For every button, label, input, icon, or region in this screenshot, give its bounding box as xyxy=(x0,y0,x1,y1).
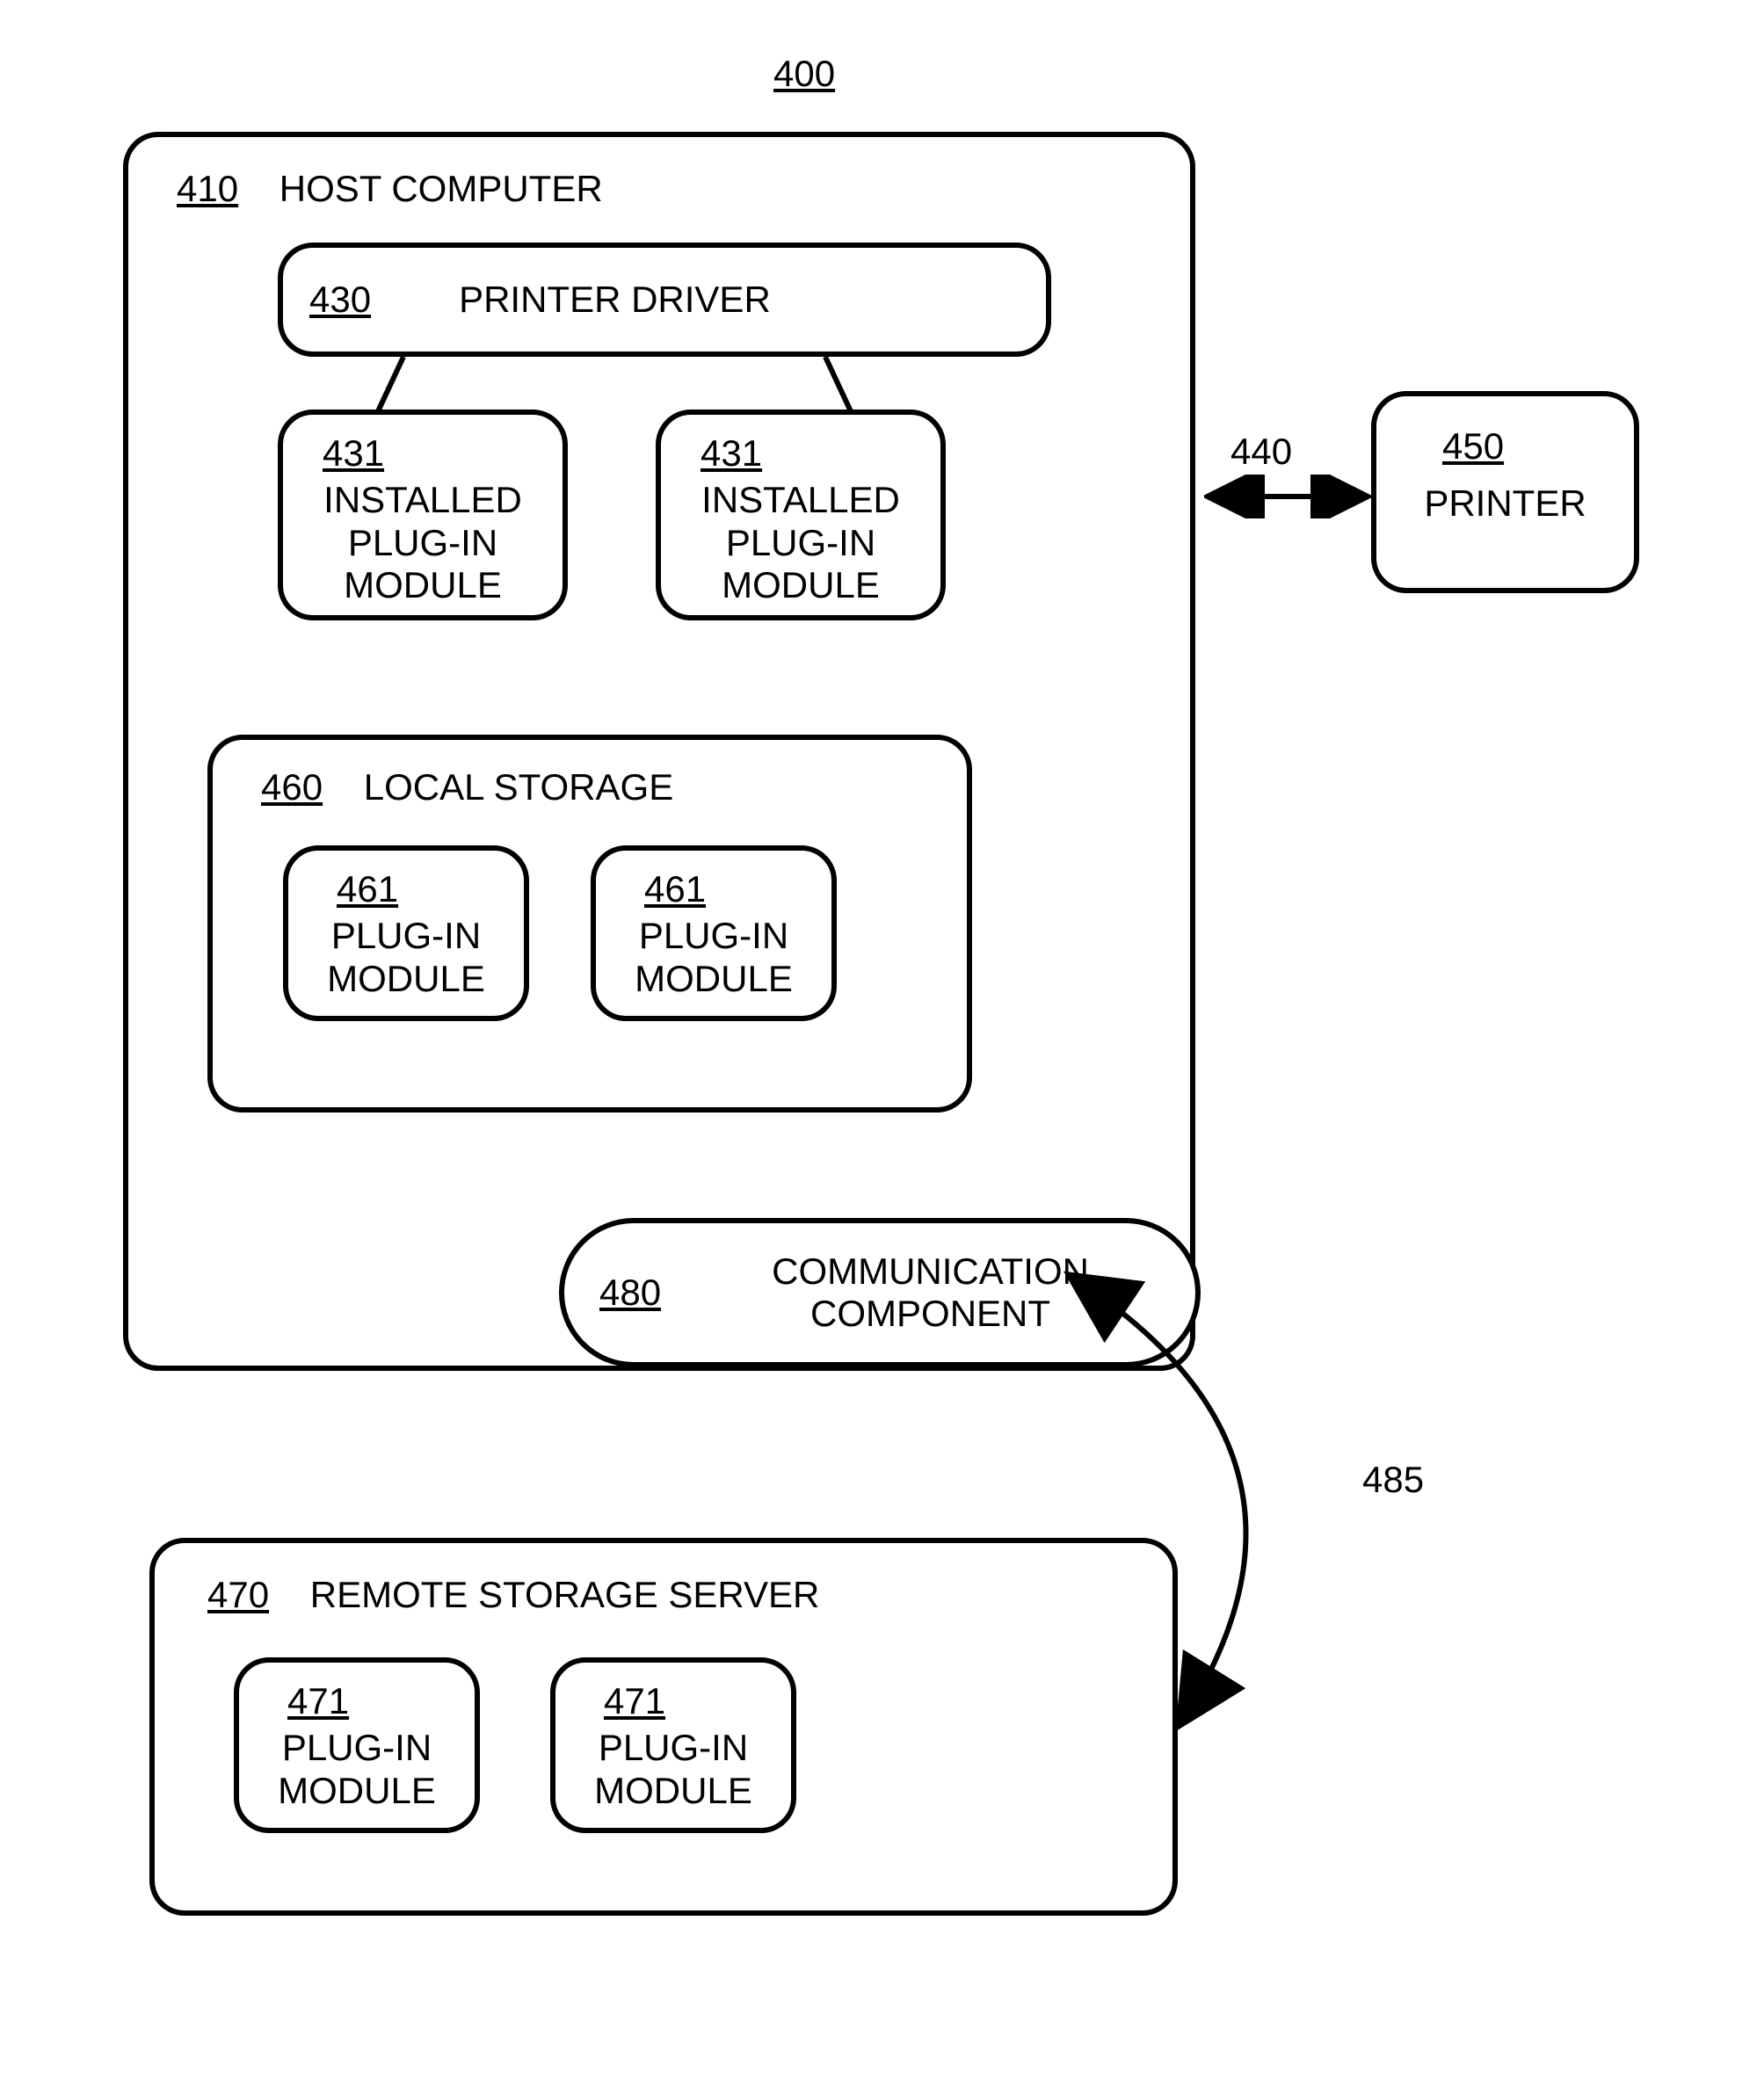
arrow-485-label: 485 xyxy=(1362,1459,1424,1501)
connector-line xyxy=(823,356,853,414)
driver-label: PRINTER DRIVER xyxy=(459,279,771,321)
diagram-title: 400 xyxy=(773,53,835,95)
printer-driver-box: 430 PRINTER DRIVER xyxy=(278,243,1051,357)
arrow-440-label: 440 xyxy=(1230,431,1292,473)
host-label: 410 HOST COMPUTER xyxy=(177,168,603,210)
printer-box: 450 PRINTER xyxy=(1371,391,1639,593)
installed-plugin-module-box: 431 INSTALLED PLUG-IN MODULE xyxy=(656,410,946,620)
installed-plugin-module-box: 431 INSTALLED PLUG-IN MODULE xyxy=(278,410,568,620)
plugin-module-box: 461 PLUG-IN MODULE xyxy=(591,845,837,1021)
remote-storage-server-box: 470 REMOTE STORAGE SERVER 471 PLUG-IN MO… xyxy=(149,1538,1178,1916)
connector-line xyxy=(375,356,406,414)
local-storage-box: 460 LOCAL STORAGE 461 PLUG-IN MODULE 461… xyxy=(207,735,972,1113)
double-arrow-icon xyxy=(1204,475,1371,518)
curved-double-arrow-icon xyxy=(1055,1230,1406,1758)
local-storage-label: 460 LOCAL STORAGE xyxy=(261,766,673,808)
host-computer-box: 410 HOST COMPUTER 430 PRINTER DRIVER 431… xyxy=(123,132,1195,1371)
plugin-module-box: 471 PLUG-IN MODULE xyxy=(550,1657,796,1833)
remote-label: 470 REMOTE STORAGE SERVER xyxy=(207,1574,819,1616)
comm-ref: 480 xyxy=(599,1272,661,1314)
plugin-module-box: 471 PLUG-IN MODULE xyxy=(234,1657,480,1833)
plugin-module-box: 461 PLUG-IN MODULE xyxy=(283,845,529,1021)
driver-ref: 430 xyxy=(309,279,371,321)
